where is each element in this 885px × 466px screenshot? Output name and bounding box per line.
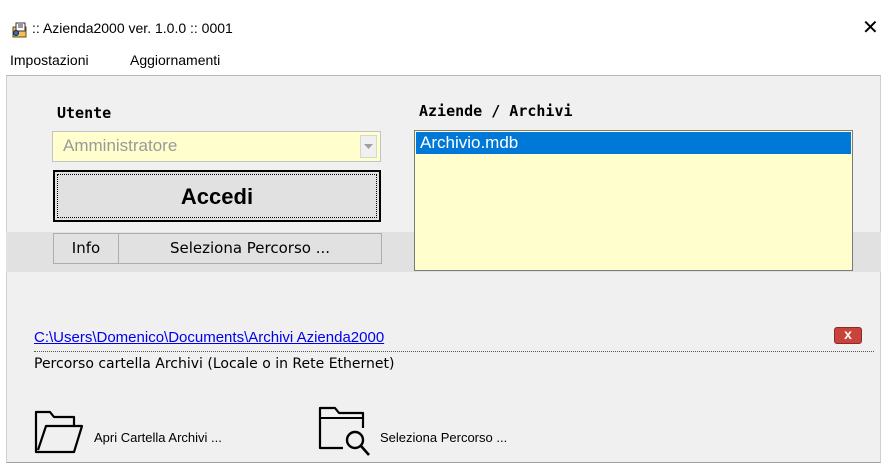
path-caption: Percorso cartella Archivi (Locale o in R… (34, 356, 395, 372)
archives-list[interactable]: Archivio.mdb (414, 130, 853, 271)
app-icon (12, 22, 27, 38)
archive-path-link[interactable]: C:\Users\Domenico\Documents\Archivi Azie… (34, 329, 384, 346)
archives-label: Aziende / Archivi (419, 102, 573, 120)
user-select[interactable]: Amministratore (52, 131, 381, 162)
combo-arrow-icon[interactable] (360, 135, 377, 158)
divider (34, 351, 874, 352)
close-icon[interactable]: ✕ (862, 18, 879, 38)
open-folder-label[interactable]: Apri Cartella Archivi ... (94, 430, 222, 445)
user-select-value: Amministratore (63, 136, 178, 155)
user-label: Utente (57, 104, 112, 122)
select-path-action-label[interactable]: Seleziona Percorso ... (380, 430, 507, 445)
clear-path-glyph: x (844, 326, 852, 342)
select-path-button[interactable]: Seleziona Percorso ... (118, 233, 382, 264)
login-button-label: Accedi (180, 184, 254, 209)
login-button[interactable]: Accedi (53, 170, 381, 222)
window-title: :: Azienda2000 ver. 1.0.0 :: 0001 (32, 20, 233, 36)
clear-path-icon[interactable]: x (834, 326, 862, 344)
title-bar: :: Azienda2000 ver. 1.0.0 :: 0001 ✕ (0, 0, 885, 42)
menu-aggiornamenti[interactable]: Aggiornamenti (130, 52, 220, 68)
open-folder-icon[interactable] (34, 408, 84, 454)
list-item[interactable]: Archivio.mdb (416, 132, 851, 154)
search-folder-icon[interactable] (317, 404, 377, 458)
menu-impostazioni[interactable]: Impostazioni (10, 52, 89, 68)
info-button[interactable]: Info (53, 233, 119, 264)
